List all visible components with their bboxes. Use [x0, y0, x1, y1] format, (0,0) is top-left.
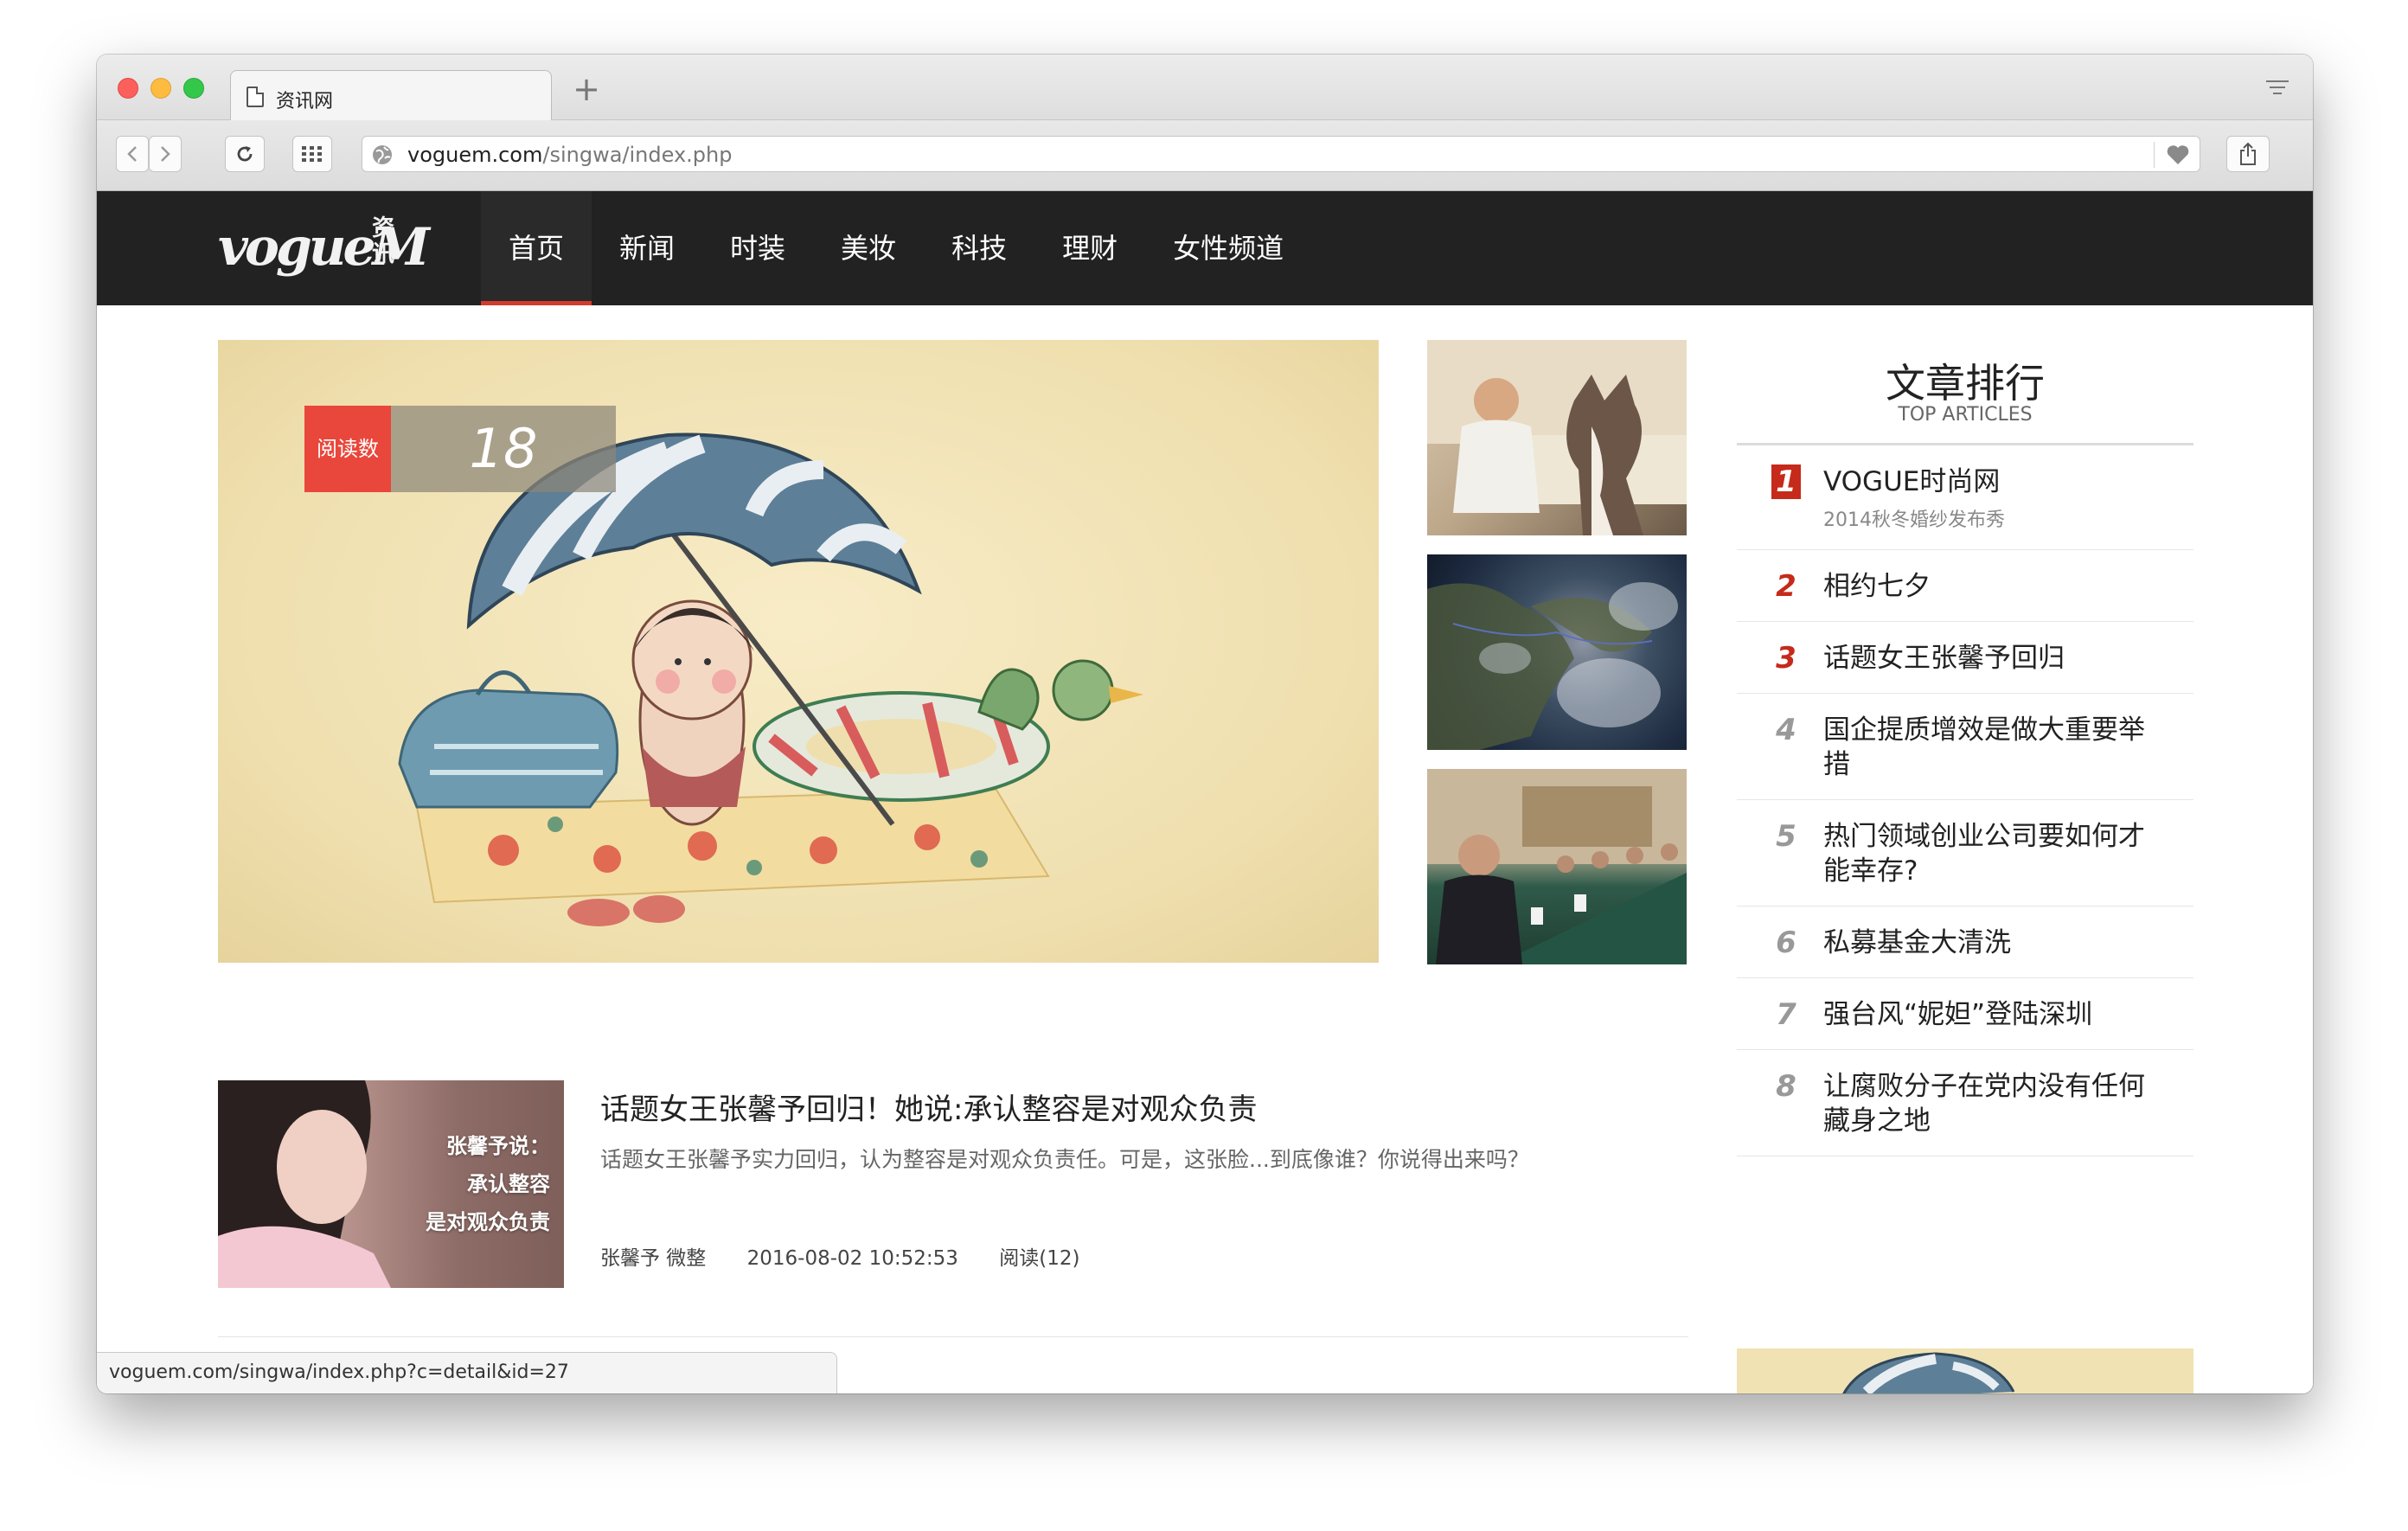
- chevron-right-icon: [161, 146, 170, 162]
- rank-item[interactable]: 6 私募基金大清洗: [1737, 906, 2193, 978]
- read-count-label: 阅读数: [304, 406, 391, 492]
- rank-title[interactable]: 热门领域创业公司要如何才能幸存?: [1823, 819, 2168, 888]
- rank-number: 5: [1776, 819, 1796, 854]
- rank-title[interactable]: 相约七夕: [1823, 569, 2168, 604]
- rank-number: 6: [1776, 926, 1796, 960]
- rank-subtitle: 2014秋冬婚纱发布秀: [1823, 509, 2005, 531]
- meeting-photo: [1427, 769, 1687, 964]
- read-count-badge: 阅读数 18: [304, 406, 616, 492]
- nav-item-home[interactable]: 首页: [481, 191, 592, 305]
- rank-title[interactable]: VOGUE时尚网: [1823, 464, 2168, 499]
- rank-number: 4: [1776, 713, 1796, 747]
- browser-toolbar: voguem.com/singwa/index.php: [97, 120, 2313, 191]
- top-articles-header: 文章排行 TOP ARTICLES: [1737, 340, 2193, 445]
- read-count-value: 18: [391, 406, 616, 492]
- article-summary: 话题女王张馨予实力回归，认为整容是对观众负责任。可是，这张脸...到底像谁？你说…: [600, 1147, 1529, 1172]
- nav-item-fashion[interactable]: 时装: [702, 191, 813, 305]
- rank-item[interactable]: 2 相约七夕: [1737, 550, 2193, 622]
- rank-item[interactable]: 7 强台风“妮妲”登陆深圳: [1737, 978, 2193, 1050]
- nav-item-women[interactable]: 女性频道: [1145, 191, 1311, 305]
- satellite-map-photo: [1427, 582, 1678, 750]
- browser-tab[interactable]: 资讯网: [230, 70, 552, 120]
- top-articles-title: 文章排行: [1886, 360, 2045, 407]
- rank-number: 7: [1776, 997, 1796, 1032]
- new-tab-button[interactable]: +: [569, 73, 604, 108]
- browser-window: 资讯网 + voguem.com/singwa/index.php vogueM…: [97, 54, 2313, 1393]
- heart-icon: [2167, 145, 2189, 164]
- rank-item[interactable]: 5 热门领域创业公司要如何才能幸存?: [1737, 800, 2193, 906]
- rank-item[interactable]: 1 VOGUE时尚网 2014秋冬婚纱发布秀: [1737, 445, 2193, 550]
- site-navbar: vogueM 资讯 首页 新闻 时装 美妆 科技 理财 女性频道: [97, 191, 2313, 305]
- address-separator: [2154, 142, 2155, 168]
- article-meta: 张馨予 微整 2016-08-02 10:52:53 阅读(12): [600, 1241, 1079, 1271]
- thumbnail-meeting[interactable]: [1427, 769, 1687, 964]
- url-text: voguem.com/singwa/index.php: [407, 143, 733, 167]
- share-button[interactable]: [2226, 136, 2270, 172]
- article-author[interactable]: 张馨予 微整: [600, 1247, 706, 1270]
- sidebar-image[interactable]: [1737, 1348, 2193, 1393]
- rank-title[interactable]: 话题女王张馨予回归: [1823, 641, 2168, 676]
- rank-title[interactable]: 强台风“妮妲”登陆深圳: [1823, 997, 2168, 1032]
- article-title[interactable]: 话题女王张馨予回归！她说:承认整容是对观众负责: [600, 1086, 1257, 1128]
- hero-image[interactable]: 阅读数 18: [218, 340, 1379, 963]
- globe-icon: [373, 145, 392, 164]
- tab-overview-icon[interactable]: [2266, 80, 2289, 98]
- article-image[interactable]: 张馨予说： 承认整容 是对观众负责: [218, 1080, 564, 1288]
- thumbnail-satellite-map[interactable]: [1427, 554, 1687, 750]
- tab-title: 资讯网: [276, 91, 334, 112]
- rank-number: 2: [1776, 569, 1796, 604]
- article-item[interactable]: 张馨予说： 承认整容 是对观众负责 话题女王张馨予回归！她说:承认整容是对观众负…: [218, 1080, 1688, 1288]
- top-sites-button[interactable]: [292, 136, 332, 172]
- chevron-left-icon: [127, 146, 137, 162]
- nav-item-tech[interactable]: 科技: [924, 191, 1034, 305]
- status-bar-url: voguem.com/singwa/index.php?c=detail&id=…: [97, 1352, 837, 1393]
- rank-title[interactable]: 让腐败分子在党内没有任何藏身之地: [1823, 1069, 2168, 1138]
- page-icon: [247, 86, 264, 107]
- article-date: 2016-08-02 10:52:53: [746, 1247, 958, 1270]
- nav-item-finance[interactable]: 理财: [1034, 191, 1145, 305]
- forward-button[interactable]: [149, 136, 182, 172]
- main-nav: 首页 新闻 时装 美妆 科技 理财 女性频道: [481, 191, 1311, 305]
- rank-number: 1: [1771, 464, 1801, 499]
- share-icon: [2240, 142, 2256, 165]
- top-articles-subtitle: TOP ARTICLES: [1898, 404, 2033, 426]
- nav-item-news[interactable]: 新闻: [592, 191, 702, 305]
- rank-number: 3: [1776, 641, 1796, 676]
- top-articles-list: 1 VOGUE时尚网 2014秋冬婚纱发布秀 2 相约七夕 3 话题女王张馨予回…: [1737, 445, 2193, 1156]
- rank-number: 8: [1776, 1069, 1796, 1104]
- thumbnail-man-with-dog[interactable]: [1427, 340, 1687, 535]
- grid-icon: [302, 146, 322, 162]
- article-views: 阅读(12): [999, 1247, 1080, 1270]
- nav-item-beauty[interactable]: 美妆: [813, 191, 924, 305]
- page-content: 阅读数 18 张馨予说： 承认整容 是对观众负责 话题女王张馨予回归！她说:承认…: [97, 305, 2313, 1393]
- man-with-dog-photo: [1427, 340, 1687, 535]
- umbrella-thumbnail: [1842, 1352, 2015, 1393]
- close-window-button[interactable]: [118, 78, 138, 99]
- site-logo-subtitle: 资讯: [372, 215, 395, 267]
- minimize-window-button[interactable]: [150, 78, 171, 99]
- rank-title[interactable]: 国企提质增效是做大重要举措: [1823, 713, 2168, 782]
- rank-item[interactable]: 3 话题女王张馨予回归: [1737, 622, 2193, 694]
- article-image-caption: 张馨予说： 承认整容 是对观众负责: [426, 1134, 550, 1234]
- rank-title[interactable]: 私募基金大清洗: [1823, 926, 2168, 960]
- reload-icon: [237, 146, 253, 162]
- rank-item[interactable]: 8 让腐败分子在党内没有任何藏身之地: [1737, 1050, 2193, 1156]
- address-bar[interactable]: voguem.com/singwa/index.php: [362, 136, 2200, 172]
- content-divider: [218, 1336, 1688, 1337]
- zoom-window-button[interactable]: [183, 78, 204, 99]
- rank-item[interactable]: 4 国企提质增效是做大重要举措: [1737, 694, 2193, 800]
- reload-button[interactable]: [225, 136, 265, 172]
- back-button[interactable]: [116, 136, 149, 172]
- tab-bar: 资讯网 +: [97, 54, 2313, 120]
